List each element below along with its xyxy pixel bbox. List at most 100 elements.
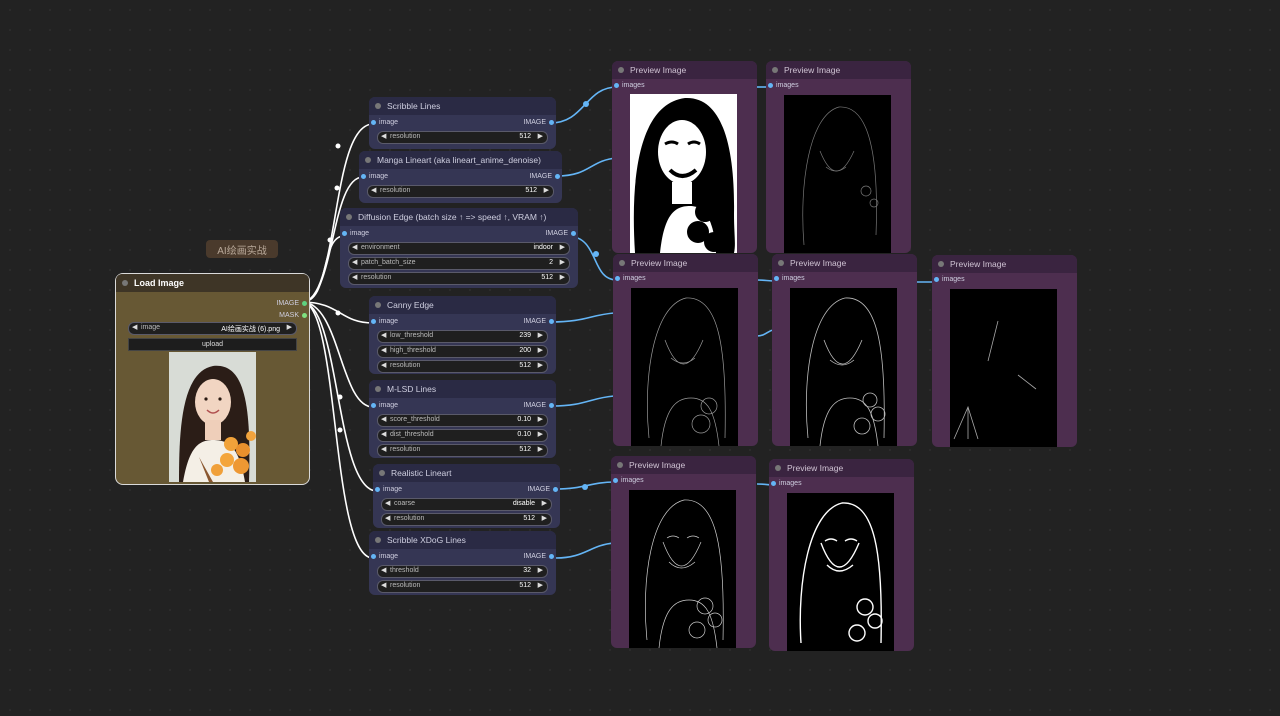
resolution-widget[interactable]: ◀ resolution 512 ▶	[377, 444, 548, 457]
input-connector-icon[interactable]	[934, 277, 939, 282]
arrow-left-icon[interactable]: ◀	[381, 566, 386, 574]
collapse-dot-icon[interactable]	[365, 157, 371, 163]
arrow-left-icon[interactable]: ◀	[371, 186, 376, 194]
realistic-lineart-node[interactable]: Realistic Lineart image IMAGE ◀ coarse d…	[373, 464, 560, 528]
io-row[interactable]: image IMAGE	[373, 484, 560, 496]
arrow-right-icon[interactable]: ▶	[538, 445, 543, 453]
collapse-dot-icon[interactable]	[938, 261, 944, 267]
input-connector-icon[interactable]	[371, 554, 376, 559]
preview-image-node-2[interactable]: Preview Image images	[766, 61, 911, 253]
group-label-badge[interactable]: AI绘画实战	[206, 240, 278, 258]
collapse-dot-icon[interactable]	[618, 67, 624, 73]
preview-image-node-6[interactable]: Preview Image images	[611, 456, 756, 648]
input-connector-icon[interactable]	[613, 478, 618, 483]
upload-button[interactable]: upload	[128, 338, 297, 351]
arrow-right-icon[interactable]: ▶	[287, 323, 292, 331]
arrow-left-icon[interactable]: ◀	[381, 361, 386, 369]
arrow-left-icon[interactable]: ◀	[385, 499, 390, 507]
resolution-widget[interactable]: ◀ resolution 512 ▶	[377, 580, 548, 593]
output-connector-icon[interactable]	[571, 231, 576, 236]
collapse-dot-icon[interactable]	[375, 302, 381, 308]
preview-image-node-5[interactable]: Preview Image images	[932, 255, 1077, 447]
io-row[interactable]: images	[766, 80, 911, 92]
node-title-bar[interactable]: Preview Image	[612, 61, 757, 79]
collapse-dot-icon[interactable]	[375, 103, 381, 109]
preview-image-node-7[interactable]: Preview Image images	[769, 459, 914, 651]
arrow-left-icon[interactable]: ◀	[352, 258, 357, 266]
node-title-bar[interactable]: Diffusion Edge (batch size ↑ => speed ↑,…	[340, 208, 578, 226]
arrow-right-icon[interactable]: ▶	[538, 331, 543, 339]
input-connector-icon[interactable]	[768, 83, 773, 88]
output-connector-icon[interactable]	[302, 301, 307, 306]
output-connector-icon[interactable]	[549, 120, 554, 125]
output-connector-icon[interactable]	[549, 403, 554, 408]
io-row[interactable]: images	[769, 478, 914, 490]
arrow-right-icon[interactable]: ▶	[538, 346, 543, 354]
arrow-right-icon[interactable]: ▶	[538, 430, 543, 438]
output-connector-icon[interactable]	[549, 319, 554, 324]
diffusion-edge-node[interactable]: Diffusion Edge (batch size ↑ => speed ↑,…	[340, 208, 578, 288]
preview-image-node-4[interactable]: Preview Image images	[772, 254, 917, 446]
input-connector-icon[interactable]	[771, 481, 776, 486]
resolution-widget[interactable]: ◀ resolution 512 ▶	[367, 185, 554, 198]
arrow-left-icon[interactable]: ◀	[352, 243, 357, 251]
output-connector-icon[interactable]	[549, 554, 554, 559]
output-connector-icon[interactable]	[555, 174, 560, 179]
load-image-node[interactable]: Load Image IMAGE MASK ◀ image AI绘画实战 (6)…	[115, 273, 310, 485]
arrow-left-icon[interactable]: ◀	[385, 514, 390, 522]
arrow-left-icon[interactable]: ◀	[381, 331, 386, 339]
output-slot-mask[interactable]: MASK	[116, 310, 309, 322]
collapse-dot-icon[interactable]	[619, 260, 625, 266]
arrow-right-icon[interactable]: ▶	[542, 499, 547, 507]
arrow-left-icon[interactable]: ◀	[132, 323, 137, 331]
node-title-bar[interactable]: Preview Image	[932, 255, 1077, 273]
input-connector-icon[interactable]	[342, 231, 347, 236]
coarse-widget[interactable]: ◀ coarse disable ▶	[381, 498, 552, 511]
node-title-bar[interactable]: Preview Image	[611, 456, 756, 474]
arrow-right-icon[interactable]: ▶	[544, 186, 549, 194]
input-connector-icon[interactable]	[615, 276, 620, 281]
arrow-right-icon[interactable]: ▶	[560, 258, 565, 266]
io-row[interactable]: images	[612, 80, 757, 92]
image-select-widget[interactable]: ◀ image AI绘画实战 (6).png ▶	[128, 322, 297, 335]
arrow-right-icon[interactable]: ▶	[538, 566, 543, 574]
node-title-bar[interactable]: Realistic Lineart	[373, 464, 560, 482]
canny-edge-node[interactable]: Canny Edge image IMAGE ◀ low_threshold 2…	[369, 296, 556, 374]
environment-widget[interactable]: ◀ environment indoor ▶	[348, 242, 570, 255]
node-title-bar[interactable]: Preview Image	[766, 61, 911, 79]
arrow-left-icon[interactable]: ◀	[352, 273, 357, 281]
io-row[interactable]: images	[772, 273, 917, 285]
output-connector-icon[interactable]	[302, 313, 307, 318]
input-connector-icon[interactable]	[361, 174, 366, 179]
arrow-right-icon[interactable]: ▶	[560, 273, 565, 281]
input-connector-icon[interactable]	[614, 83, 619, 88]
node-title-bar[interactable]: Scribble Lines	[369, 97, 556, 115]
collapse-dot-icon[interactable]	[122, 280, 128, 286]
score-threshold-widget[interactable]: ◀ score_threshold 0.10 ▶	[377, 414, 548, 427]
resolution-widget[interactable]: ◀ resolution 512 ▶	[381, 513, 552, 526]
arrow-left-icon[interactable]: ◀	[381, 415, 386, 423]
resolution-widget[interactable]: ◀ resolution 512 ▶	[377, 131, 548, 144]
arrow-left-icon[interactable]: ◀	[381, 445, 386, 453]
resolution-widget[interactable]: ◀ resolution 512 ▶	[348, 272, 570, 285]
io-row[interactable]: image IMAGE	[340, 228, 578, 240]
io-row[interactable]: image IMAGE	[369, 316, 556, 328]
arrow-right-icon[interactable]: ▶	[538, 361, 543, 369]
arrow-left-icon[interactable]: ◀	[381, 581, 386, 589]
collapse-dot-icon[interactable]	[617, 462, 623, 468]
node-title-bar[interactable]: Canny Edge	[369, 296, 556, 314]
node-title-bar[interactable]: M-LSD Lines	[369, 380, 556, 398]
io-row[interactable]: images	[932, 274, 1077, 286]
arrow-right-icon[interactable]: ▶	[542, 514, 547, 522]
manga-lineart-node[interactable]: Manga Lineart (aka lineart_anime_denoise…	[359, 151, 562, 203]
node-title-bar[interactable]: Preview Image	[772, 254, 917, 272]
input-connector-icon[interactable]	[371, 319, 376, 324]
io-row[interactable]: image IMAGE	[359, 171, 562, 183]
io-row[interactable]: image IMAGE	[369, 117, 556, 129]
node-title-bar[interactable]: Preview Image	[613, 254, 758, 272]
collapse-dot-icon[interactable]	[375, 386, 381, 392]
preview-image-node-1[interactable]: Preview Image images	[612, 61, 757, 253]
scribble-xdog-node[interactable]: Scribble XDoG Lines image IMAGE ◀ thresh…	[369, 531, 556, 595]
input-connector-icon[interactable]	[375, 487, 380, 492]
patch-batch-size-widget[interactable]: ◀ patch_batch_size 2 ▶	[348, 257, 570, 270]
